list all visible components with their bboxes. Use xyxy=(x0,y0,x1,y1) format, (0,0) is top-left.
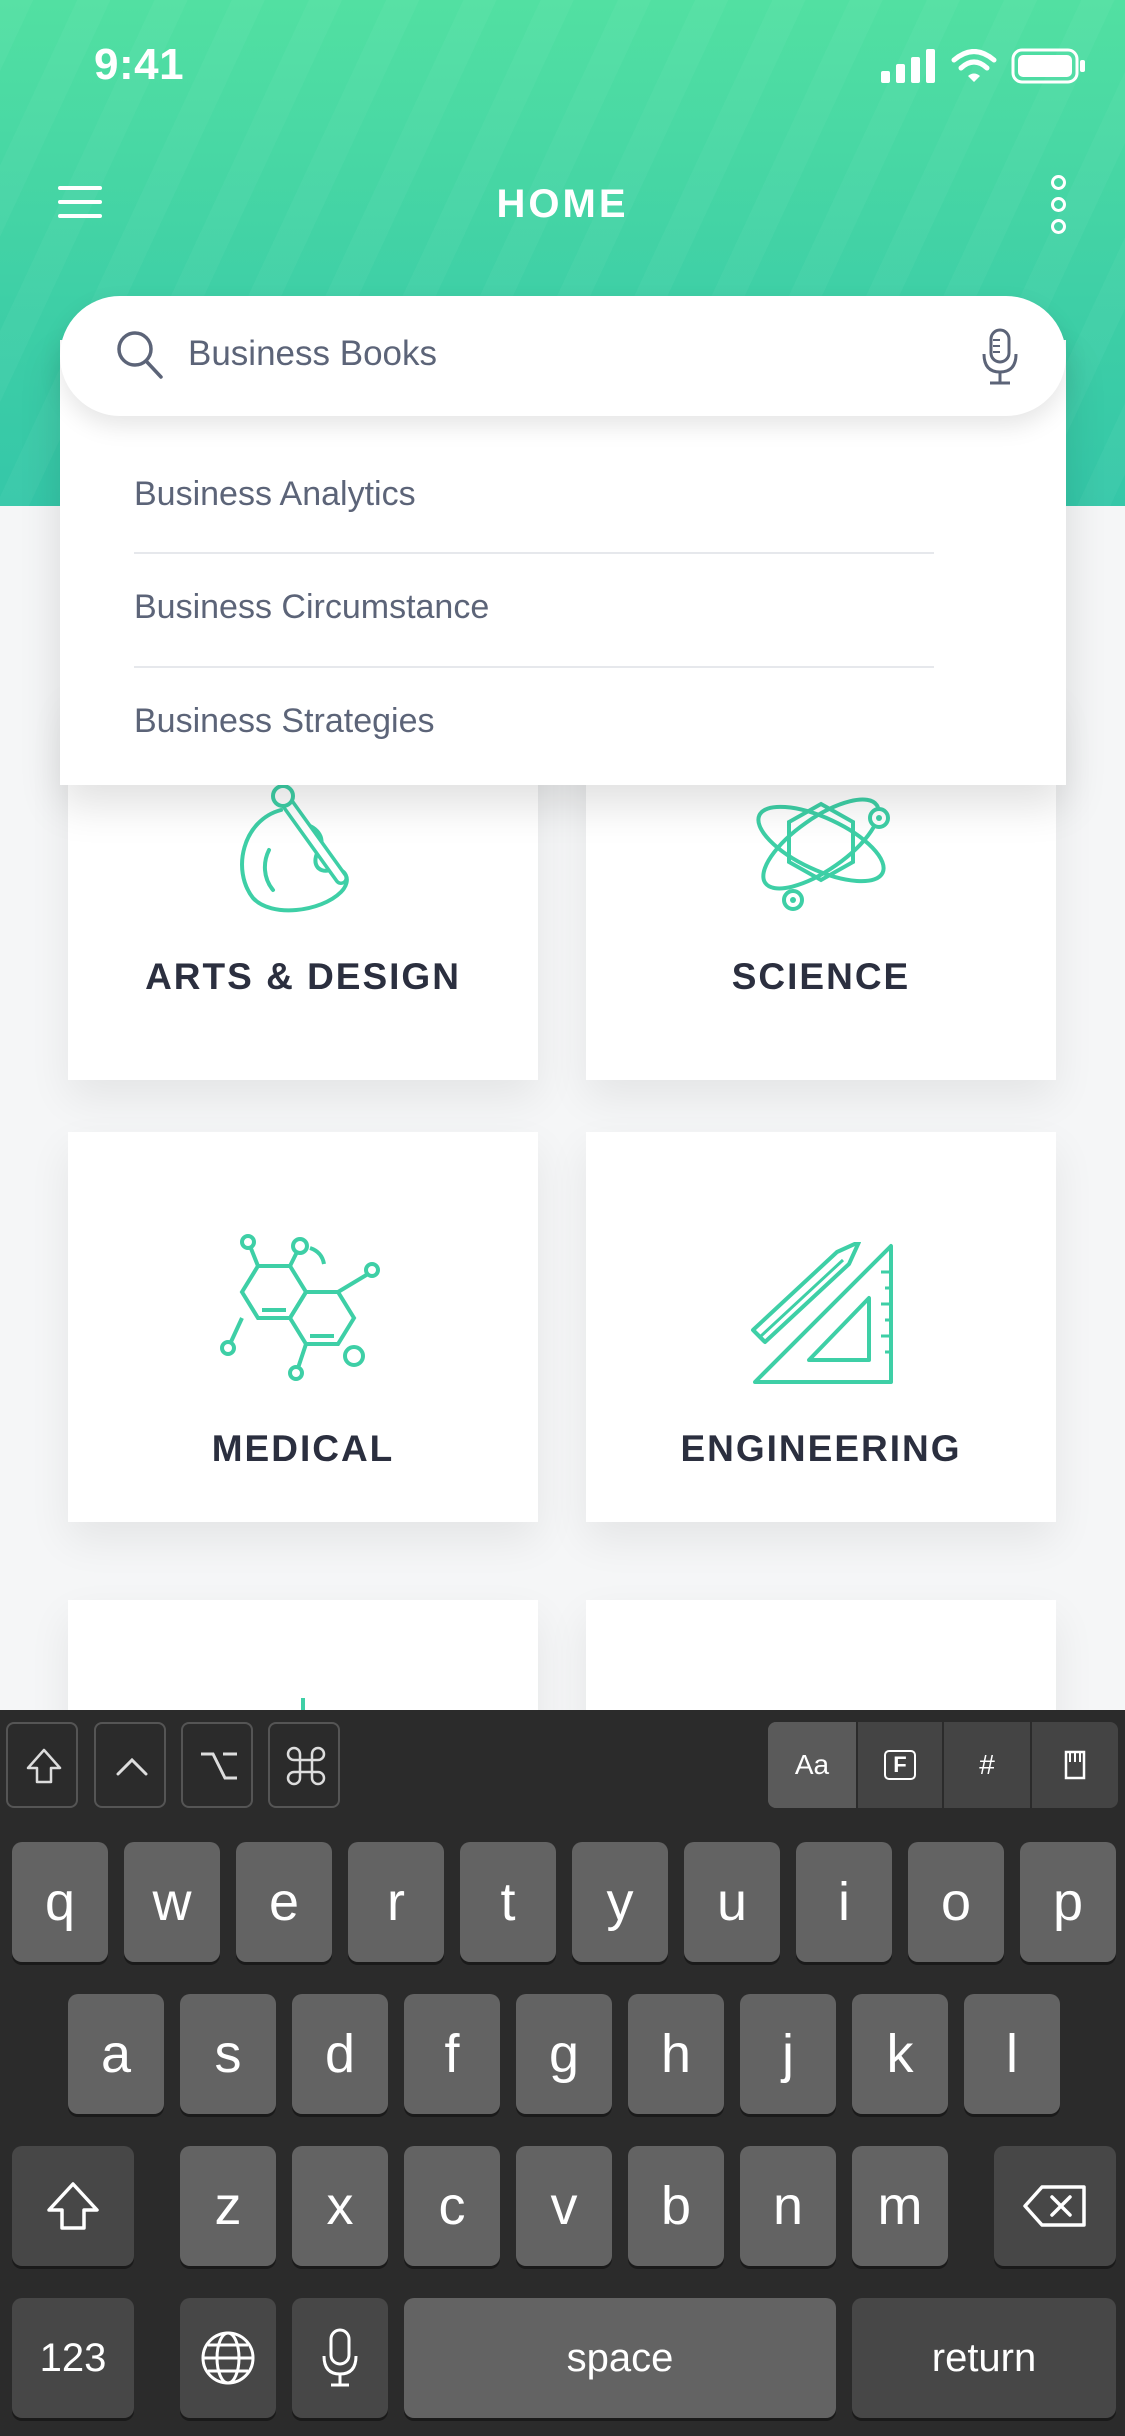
backspace-icon xyxy=(1023,2185,1086,2227)
suggestion-item[interactable]: Business Circumstance xyxy=(134,588,934,627)
key-z[interactable]: z xyxy=(180,2146,276,2266)
microphone-icon[interactable] xyxy=(980,328,1020,386)
more-options-button[interactable] xyxy=(1048,175,1070,235)
key-v[interactable]: v xyxy=(516,2146,612,2266)
key-m[interactable]: m xyxy=(852,2146,948,2266)
key-s[interactable]: s xyxy=(180,1994,276,2114)
control-icon xyxy=(116,1757,148,1776)
delete-key[interactable] xyxy=(994,2146,1116,2266)
key-k[interactable]: k xyxy=(852,1994,948,2114)
palette-icon xyxy=(240,784,349,913)
category-label: SCIENCE xyxy=(731,956,911,997)
command-toolbar-button[interactable] xyxy=(268,1722,340,1808)
search-icon xyxy=(117,331,163,379)
suggestion-item[interactable]: Business Strategies xyxy=(134,702,934,741)
category-label: ENGINEERING xyxy=(680,1428,962,1469)
status-time: 9:41 xyxy=(94,40,185,89)
key-t[interactable]: t xyxy=(460,1842,556,1962)
category-card-medical[interactable]: MEDICAL xyxy=(68,1132,538,1522)
clipboard-icon xyxy=(1064,1750,1086,1780)
key-u[interactable]: u xyxy=(684,1842,780,1962)
suggestion-item[interactable]: Business Analytics xyxy=(134,475,934,514)
key-d[interactable]: d xyxy=(292,1994,388,2114)
key-j[interactable]: j xyxy=(740,1994,836,2114)
format-icon: F xyxy=(884,1750,916,1780)
globe-key[interactable] xyxy=(180,2298,276,2418)
shift-icon xyxy=(47,2182,99,2230)
key-n[interactable]: n xyxy=(740,2146,836,2266)
clipboard-mode-tab[interactable] xyxy=(1030,1722,1118,1808)
ruler-pencil-icon xyxy=(751,1242,893,1384)
key-w[interactable]: w xyxy=(124,1842,220,1962)
status-icons xyxy=(881,48,1087,84)
search-input[interactable]: Business Books xyxy=(188,334,437,374)
dictation-key[interactable] xyxy=(292,2298,388,2418)
key-b[interactable]: b xyxy=(628,2146,724,2266)
command-icon xyxy=(286,1746,326,1786)
molecule-icon xyxy=(220,1234,380,1381)
globe-icon xyxy=(201,2331,255,2385)
key-x[interactable]: x xyxy=(292,2146,388,2266)
divider xyxy=(134,666,934,668)
microphone-icon xyxy=(322,2328,358,2387)
numbers-key[interactable]: 123 xyxy=(12,2298,134,2418)
space-key[interactable]: space xyxy=(404,2298,836,2418)
symbols-mode-tab[interactable]: # xyxy=(942,1722,1030,1808)
key-p[interactable]: p xyxy=(1020,1842,1116,1962)
control-toolbar-button[interactable] xyxy=(94,1722,166,1808)
cellular-signal-icon xyxy=(881,49,935,83)
atom-icon xyxy=(756,797,890,911)
key-q[interactable]: q xyxy=(12,1842,108,1962)
shift-icon xyxy=(26,1748,62,1784)
key-l[interactable]: l xyxy=(964,1994,1060,2114)
text-mode-tab[interactable]: Aa xyxy=(768,1722,856,1808)
key-f[interactable]: f xyxy=(404,1994,500,2114)
dot-icon xyxy=(1051,219,1066,234)
category-label: ARTS & DESIGN xyxy=(145,956,461,997)
option-icon xyxy=(201,1752,237,1780)
key-h[interactable]: h xyxy=(628,1994,724,2114)
dot-icon xyxy=(1051,175,1066,190)
key-y[interactable]: y xyxy=(572,1842,668,1962)
page-title: HOME xyxy=(496,182,629,226)
key-c[interactable]: c xyxy=(404,2146,500,2266)
keyboard-mode-selector: Aa F # xyxy=(768,1722,1118,1808)
option-toolbar-button[interactable] xyxy=(181,1722,253,1808)
search-bar[interactable]: Business Books xyxy=(60,296,1066,416)
format-mode-tab[interactable]: F xyxy=(856,1722,942,1808)
key-o[interactable]: o xyxy=(908,1842,1004,1962)
battery-icon xyxy=(1011,48,1085,84)
wifi-icon xyxy=(951,49,997,82)
return-key[interactable]: return xyxy=(852,2298,1116,2418)
key-r[interactable]: r xyxy=(348,1842,444,1962)
shift-key[interactable] xyxy=(12,2146,134,2266)
divider xyxy=(134,552,934,554)
key-a[interactable]: a xyxy=(68,1994,164,2114)
key-e[interactable]: e xyxy=(236,1842,332,1962)
key-g[interactable]: g xyxy=(516,1994,612,2114)
keyboard: Aa F # q w e r t y u i o p a s d f g h j… xyxy=(0,1710,1125,2436)
dot-icon xyxy=(1051,197,1066,212)
category-label: MEDICAL xyxy=(211,1428,395,1469)
shift-toolbar-button[interactable] xyxy=(6,1722,78,1808)
category-card-engineering[interactable]: ENGINEERING xyxy=(586,1132,1056,1522)
key-i[interactable]: i xyxy=(796,1842,892,1962)
